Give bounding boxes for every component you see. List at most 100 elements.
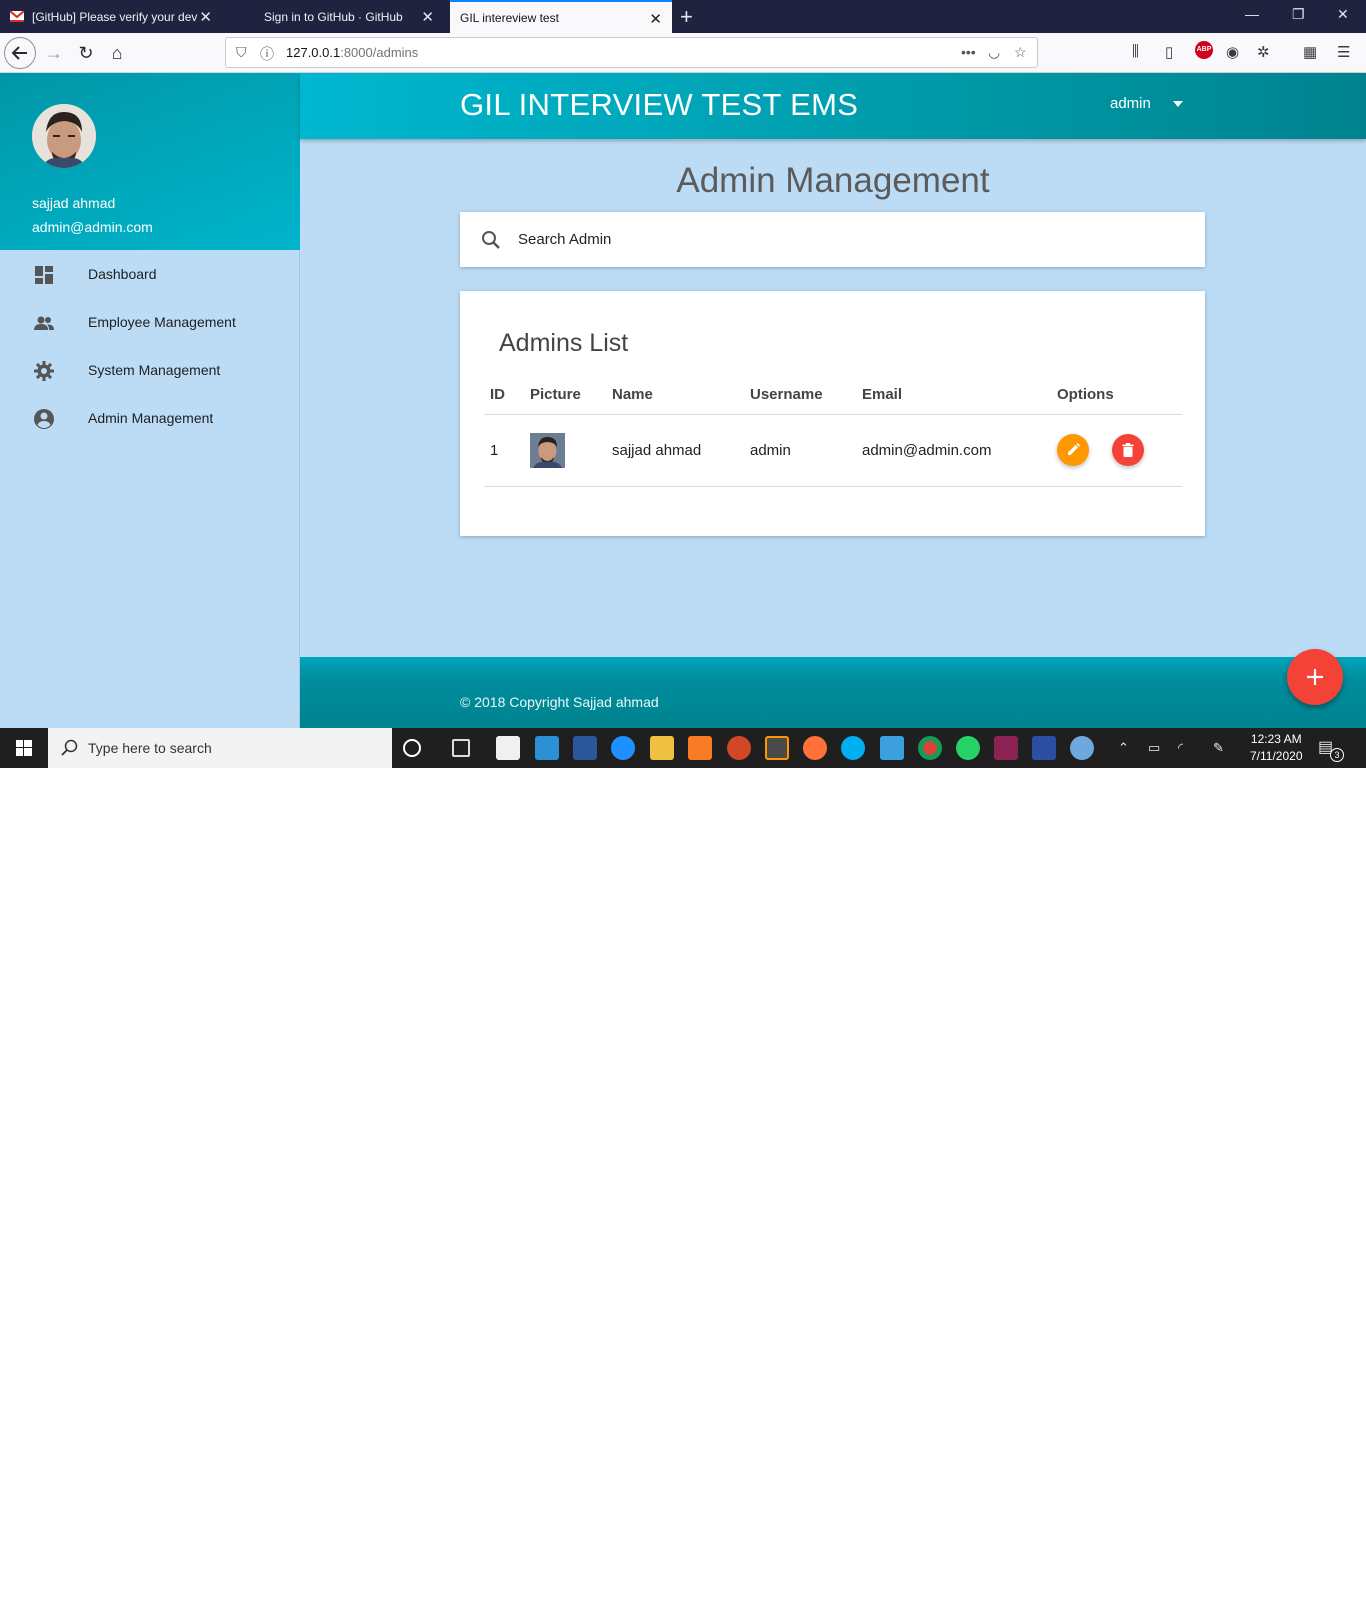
app-header: GIL INTERVIEW TEST EMS admin — [300, 73, 1366, 139]
app-title: GIL INTERVIEW TEST EMS — [460, 87, 859, 122]
browser-tab-strip: [GitHub] Please verify your dev ✕ Sign i… — [0, 0, 1366, 33]
chevron-up-icon[interactable]: ⌃ — [1118, 740, 1129, 756]
new-tab-icon[interactable]: + — [680, 4, 693, 30]
sidebar-item-admin-management[interactable]: Admin Management — [0, 395, 300, 443]
firefox-icon[interactable] — [803, 736, 827, 760]
taskbar-search-box[interactable]: Type here to search — [48, 728, 392, 768]
close-tab-icon[interactable]: ✕ — [199, 8, 212, 26]
sidebar-item-label: System Management — [88, 362, 221, 378]
cortana-icon[interactable] — [403, 739, 421, 757]
sidebar-item-label: Admin Management — [88, 410, 214, 426]
account-circle-icon — [33, 408, 55, 430]
windows-start-icon[interactable] — [0, 728, 48, 768]
delete-button[interactable] — [1112, 434, 1145, 466]
cell-options — [1051, 414, 1182, 487]
dashboard-icon — [33, 264, 55, 286]
back-icon[interactable] — [4, 37, 36, 69]
sublime-icon[interactable] — [765, 736, 789, 760]
task-view-icon[interactable] — [452, 739, 470, 757]
sidebar-icon[interactable]: ▯ — [1165, 43, 1173, 61]
word-icon[interactable] — [573, 736, 597, 760]
add-admin-button[interactable] — [1287, 649, 1343, 705]
xampp-icon[interactable] — [688, 736, 712, 760]
address-bar[interactable]: ⛉ ⓘ 127.0.0.1:8000/admins ••• ◡ ☆ — [225, 37, 1038, 68]
column-header-id: ID — [484, 376, 524, 415]
sidebar-header: sajjad ahmad admin@admin.com — [0, 73, 300, 250]
pocket-icon[interactable]: ◡ — [988, 44, 1000, 61]
taskbar-clock[interactable]: 12:23 AM 7/11/2020 — [1250, 731, 1303, 765]
wifi-icon[interactable]: ◜ — [1178, 740, 1183, 756]
search-card — [460, 212, 1205, 267]
app-icon[interactable] — [880, 736, 904, 760]
admins-list-card: Admins List ID Picture Name Username Ema… — [460, 291, 1205, 536]
whatsapp-icon[interactable] — [956, 736, 980, 760]
pencil-icon — [1068, 443, 1080, 455]
adblock-icon[interactable]: ABP — [1195, 41, 1213, 59]
powershell-icon[interactable] — [1032, 736, 1056, 760]
column-header-username: Username — [744, 376, 856, 415]
table-row: 1 sajjad ahmad admin admin@admin.com — [484, 414, 1182, 487]
footer: © 2018 Copyright Sajjad ahmad — [300, 657, 1366, 728]
sidebar-user-info: sajjad ahmad admin@admin.com — [32, 191, 153, 239]
minimize-icon[interactable]: — — [1245, 6, 1259, 22]
info-icon[interactable]: ⓘ — [260, 44, 274, 64]
reload-icon[interactable]: ↻ — [72, 39, 100, 67]
windows-taskbar: Type here to search ⌃ ▭ ◜ ✎ 12:23 AM 7/1… — [0, 728, 1366, 768]
account-icon[interactable]: ◉ — [1226, 43, 1239, 61]
close-tab-icon[interactable]: ✕ — [649, 10, 662, 28]
table-header-row: ID Picture Name Username Email Options — [484, 376, 1182, 415]
sidebar-item-system-management[interactable]: System Management — [0, 347, 300, 395]
sidebar-user-name: sajjad ahmad — [32, 195, 116, 211]
forward-icon[interactable]: → — [40, 39, 68, 67]
extension-icon[interactable]: ✲ — [1257, 43, 1270, 61]
gmail-icon — [10, 11, 24, 22]
close-window-icon[interactable]: ✕ — [1337, 6, 1349, 23]
page-title: Admin Management — [676, 161, 990, 200]
store-icon[interactable] — [496, 736, 520, 760]
user-menu-dropdown[interactable]: admin — [1110, 95, 1183, 112]
chrome-icon[interactable] — [918, 736, 942, 760]
mail-icon[interactable] — [535, 736, 559, 760]
browser-tab-github[interactable]: Sign in to GitHub · GitHub ✕ — [232, 0, 444, 33]
screen: [GitHub] Please verify your dev ✕ Sign i… — [0, 0, 1366, 768]
sidebar: sajjad ahmad admin@admin.com Dashboard E… — [0, 73, 300, 728]
bookmark-star-icon[interactable]: ☆ — [1014, 44, 1027, 61]
winrar-icon[interactable] — [994, 736, 1018, 760]
taskbar-search-placeholder: Type here to search — [88, 740, 212, 756]
admins-table: ID Picture Name Username Email Options 1 — [484, 376, 1182, 487]
tab-label: [GitHub] Please verify your dev — [32, 9, 198, 24]
sidebar-item-dashboard[interactable]: Dashboard — [0, 251, 300, 299]
paint-icon[interactable] — [1070, 736, 1094, 760]
close-tab-icon[interactable]: ✕ — [421, 8, 434, 26]
caret-down-icon — [1172, 101, 1183, 108]
search-input[interactable] — [518, 224, 1178, 254]
battery-icon[interactable]: ▭ — [1148, 740, 1160, 756]
menu-icon[interactable]: ☰ — [1337, 43, 1350, 61]
url-text[interactable]: 127.0.0.1:8000/admins — [286, 45, 418, 60]
library-icon[interactable]: ⫼ — [1132, 43, 1139, 60]
file-explorer-icon[interactable] — [650, 736, 674, 760]
browser-tab-active[interactable]: GIL intereview test ✕ — [450, 0, 672, 33]
restore-icon[interactable]: ❐ — [1292, 6, 1305, 23]
cell-email: admin@admin.com — [856, 414, 1051, 487]
pen-icon[interactable]: ✎ — [1213, 740, 1224, 756]
powerpoint-icon[interactable] — [727, 736, 751, 760]
more-actions-icon[interactable]: ••• — [961, 44, 976, 60]
column-header-options: Options — [1051, 376, 1182, 415]
extensions-grid-icon[interactable]: ▦ — [1303, 43, 1317, 61]
column-header-name: Name — [606, 376, 744, 415]
cell-id: 1 — [484, 414, 524, 487]
column-header-email: Email — [856, 376, 1051, 415]
search-icon — [480, 229, 502, 256]
home-icon[interactable]: ⌂ — [103, 39, 131, 67]
avatar — [32, 104, 96, 168]
search-icon — [61, 739, 78, 756]
sidebar-item-label: Dashboard — [88, 266, 157, 282]
sidebar-item-employee-management[interactable]: Employee Management — [0, 299, 300, 347]
plus-icon — [1307, 669, 1323, 685]
edit-button[interactable] — [1057, 434, 1089, 466]
edge-icon[interactable] — [611, 736, 635, 760]
skype-icon[interactable] — [841, 736, 865, 760]
browser-nav-bar: → ↻ ⌂ ⛉ ⓘ 127.0.0.1:8000/admins ••• ◡ ☆ … — [0, 33, 1366, 73]
browser-tab-gmail[interactable]: [GitHub] Please verify your dev ✕ — [0, 0, 222, 33]
